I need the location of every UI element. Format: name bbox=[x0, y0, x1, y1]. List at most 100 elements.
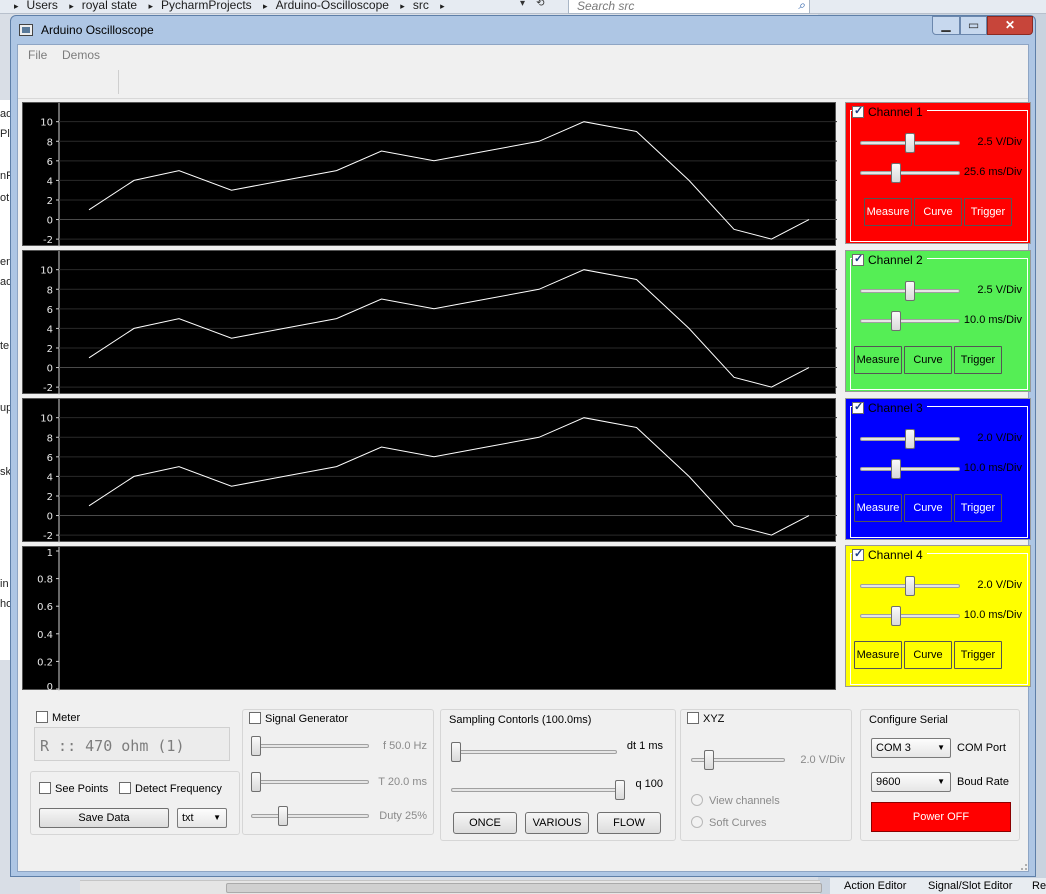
breadcrumb-item[interactable]: royal state bbox=[82, 0, 137, 12]
trigger-button[interactable]: Trigger bbox=[954, 641, 1002, 669]
various-button[interactable]: VARIOUS bbox=[525, 812, 589, 834]
save-data-button[interactable]: Save Data bbox=[39, 808, 169, 828]
frequency-slider[interactable] bbox=[251, 736, 369, 756]
checkbox-box[interactable] bbox=[39, 782, 51, 794]
power-button[interactable]: Power OFF bbox=[871, 802, 1011, 832]
signal-generator-checkbox[interactable]: Signal Generator bbox=[249, 712, 348, 725]
y-tick-label: 0 bbox=[47, 364, 53, 375]
tab-action-editor[interactable]: Action Editor bbox=[844, 880, 906, 892]
curve-button[interactable]: Curve bbox=[914, 198, 962, 226]
breadcrumb[interactable]: ▸ Users ▸ royal state ▸ PycharmProjects ▸ Ar… bbox=[6, 0, 453, 12]
time-per-div-slider[interactable] bbox=[860, 606, 960, 626]
detect-frequency-checkbox[interactable]: Detect Frequency bbox=[119, 782, 222, 795]
volts-per-div-slider[interactable] bbox=[860, 429, 960, 449]
scope-4-plot[interactable]: 1 0.8 0.6 0.4 0.2 0 bbox=[22, 546, 836, 691]
resize-grip-icon[interactable] bbox=[1018, 861, 1028, 871]
time-per-div-slider[interactable] bbox=[860, 163, 960, 183]
volts-per-div-slider[interactable] bbox=[860, 576, 960, 596]
slider-thumb[interactable] bbox=[704, 750, 714, 770]
checkbox-box[interactable] bbox=[852, 547, 864, 561]
slider-thumb[interactable] bbox=[251, 772, 261, 792]
xyz-volts-slider[interactable] bbox=[691, 750, 785, 770]
slider-thumb[interactable] bbox=[905, 429, 915, 449]
slider-thumb[interactable] bbox=[891, 163, 901, 183]
channel-checkbox[interactable]: Channel 1 bbox=[852, 104, 927, 119]
once-button[interactable]: ONCE bbox=[453, 812, 517, 834]
minimize-button[interactable]: ▁ bbox=[932, 16, 960, 35]
breadcrumb-item[interactable]: Users bbox=[27, 0, 58, 12]
search-input[interactable]: Search src ⌕ bbox=[568, 0, 810, 14]
tab-signal-slot-editor[interactable]: Signal/Slot Editor bbox=[928, 880, 1012, 892]
curve-button[interactable]: Curve bbox=[904, 346, 952, 374]
checkbox-box[interactable] bbox=[852, 104, 864, 118]
slider-thumb[interactable] bbox=[451, 742, 461, 762]
checkbox-box[interactable] bbox=[687, 712, 699, 724]
measure-button[interactable]: Measure bbox=[854, 346, 902, 374]
slider-thumb[interactable] bbox=[251, 736, 261, 756]
slider-thumb[interactable] bbox=[891, 606, 901, 626]
checkbox-box[interactable] bbox=[852, 400, 864, 414]
radio-button[interactable] bbox=[691, 794, 703, 806]
slider-thumb[interactable] bbox=[278, 806, 288, 826]
volts-per-div-slider[interactable] bbox=[860, 133, 960, 153]
q-slider[interactable] bbox=[451, 780, 625, 800]
slider-thumb[interactable] bbox=[891, 311, 901, 331]
trigger-button[interactable]: Trigger bbox=[954, 494, 1002, 522]
scrollbar-thumb[interactable] bbox=[226, 883, 822, 893]
tab-re[interactable]: Re bbox=[1032, 880, 1046, 892]
trigger-button[interactable]: Trigger bbox=[954, 346, 1002, 374]
breadcrumb-item[interactable]: PycharmProjects bbox=[161, 0, 252, 12]
menu-file[interactable]: File bbox=[28, 48, 47, 62]
data-tools-group: See Points Detect Frequency Save Data tx… bbox=[30, 771, 240, 835]
horizontal-scrollbar[interactable] bbox=[80, 880, 822, 894]
slider-thumb[interactable] bbox=[905, 576, 915, 596]
time-per-div-value: 10.0 ms/Div bbox=[963, 462, 1022, 474]
measure-button[interactable]: Measure bbox=[854, 641, 902, 669]
curve-button[interactable]: Curve bbox=[904, 641, 952, 669]
radio-button[interactable] bbox=[691, 816, 703, 828]
duty-slider[interactable] bbox=[251, 806, 369, 826]
scope-1-plot[interactable]: 10 8 6 4 2 0 -2 bbox=[22, 102, 837, 247]
breadcrumb-item[interactable]: src bbox=[413, 0, 429, 12]
baud-rate-select[interactable]: 9600 ▼ bbox=[871, 772, 951, 792]
soft-curves-radio[interactable]: Soft Curves bbox=[691, 816, 766, 829]
channel-checkbox[interactable]: Channel 2 bbox=[852, 252, 927, 267]
view-channels-radio[interactable]: View channels bbox=[691, 794, 780, 807]
flow-button[interactable]: FLOW bbox=[597, 812, 661, 834]
checkbox-box[interactable] bbox=[852, 252, 864, 266]
search-icon[interactable]: ⌕ bbox=[798, 0, 805, 13]
trigger-button[interactable]: Trigger bbox=[964, 198, 1012, 226]
checkbox-box[interactable] bbox=[249, 712, 261, 724]
channel-checkbox[interactable]: Channel 3 bbox=[852, 400, 927, 415]
maximize-button[interactable]: ▭ bbox=[960, 16, 987, 35]
period-slider[interactable] bbox=[251, 772, 369, 792]
measure-button[interactable]: Measure bbox=[864, 198, 912, 226]
slider-thumb[interactable] bbox=[905, 133, 915, 153]
format-select[interactable]: txt ▼ bbox=[177, 808, 227, 828]
menu-demos[interactable]: Demos bbox=[62, 48, 100, 62]
com-port-select[interactable]: COM 3 ▼ bbox=[871, 738, 951, 758]
dt-slider[interactable] bbox=[451, 742, 617, 762]
scope-2-plot[interactable]: 10 8 6 4 2 0 -2 bbox=[22, 250, 837, 395]
checkbox-box[interactable] bbox=[119, 782, 131, 794]
y-tick-label: 4 bbox=[47, 176, 53, 187]
time-per-div-slider[interactable] bbox=[860, 459, 960, 479]
time-per-div-slider[interactable] bbox=[860, 311, 960, 331]
checkbox-box[interactable] bbox=[36, 711, 48, 723]
slider-thumb[interactable] bbox=[891, 459, 901, 479]
close-button[interactable]: ✕ bbox=[987, 16, 1033, 35]
slider-thumb[interactable] bbox=[615, 780, 625, 800]
measure-button[interactable]: Measure bbox=[854, 494, 902, 522]
baud-rate-label: Boud Rate bbox=[957, 776, 1009, 788]
meter-checkbox[interactable]: Meter bbox=[36, 711, 80, 724]
breadcrumb-item[interactable]: Arduino-Oscilloscope bbox=[276, 0, 389, 12]
curve-button[interactable]: Curve bbox=[904, 494, 952, 522]
volts-per-div-slider[interactable] bbox=[860, 281, 960, 301]
title-bar[interactable]: Arduino Oscilloscope ▁ ▭ ✕ bbox=[11, 16, 1035, 44]
slider-thumb[interactable] bbox=[905, 281, 915, 301]
see-points-checkbox[interactable]: See Points bbox=[39, 782, 108, 795]
refresh-icon[interactable]: ▾ ⟲ bbox=[520, 0, 545, 9]
channel-checkbox[interactable]: Channel 4 bbox=[852, 547, 927, 562]
xyz-checkbox[interactable]: XYZ bbox=[687, 712, 724, 725]
scope-3-plot[interactable]: 10 8 6 4 2 0 -2 bbox=[22, 398, 837, 543]
